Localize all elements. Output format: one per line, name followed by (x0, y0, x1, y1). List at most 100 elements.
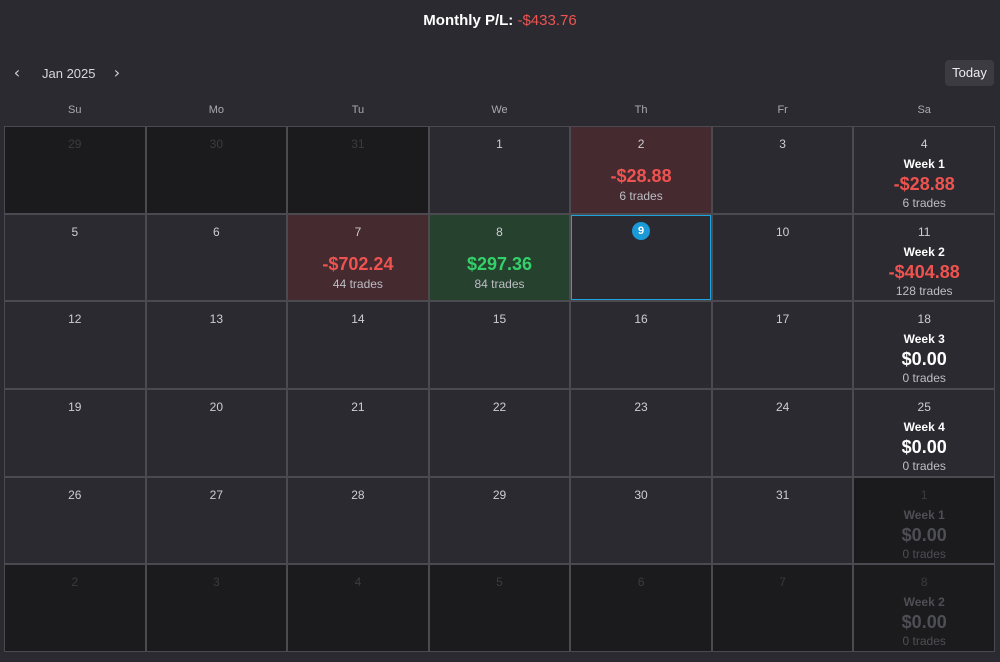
day-number: 6 (213, 224, 220, 239)
day-pnl: $297.36 (466, 253, 533, 274)
calendar-day[interactable]: 3 (146, 565, 287, 651)
calendar-day[interactable]: 6 (146, 214, 287, 301)
calendar-day[interactable]: 13 (146, 302, 287, 388)
week-summary-label: Week 2 (903, 244, 945, 259)
day-number: 28 (351, 487, 365, 502)
weekday-header-row: Su Mo Tu We Th Fr Sa (4, 104, 995, 118)
calendar-day[interactable]: 2 -$28.88 6 trades (571, 127, 711, 213)
calendar-day[interactable]: 7 -$702.24 44 trades (288, 214, 428, 301)
calendar-day[interactable]: 25 Week 4 $0.00 0 trades (854, 389, 994, 476)
calendar-day[interactable]: 18 Week 3 $0.00 0 trades (854, 302, 994, 388)
weekday-label: Th (634, 104, 648, 116)
calendar-day[interactable]: 8 Week 2 $0.00 0 trades (854, 565, 994, 651)
day-number: 4 (920, 137, 928, 151)
day-number: 2 (71, 575, 79, 590)
week-summary-trades: 128 trades (895, 283, 953, 298)
day-trade-count: 84 trades (474, 276, 525, 291)
day-number: 21 (351, 399, 365, 414)
week-summary-trades: 0 trades (902, 458, 946, 473)
calendar-day[interactable]: 26 (5, 477, 145, 564)
calendar-day[interactable]: 22 (429, 389, 570, 476)
week-summary-pnl: $0.00 (901, 349, 947, 370)
calendar-grid: 29 30 31 1 2 -$28.88 6 trades 3 4 Week 1 -$28.88 6 … (4, 126, 995, 652)
day-number: 26 (68, 487, 82, 502)
calendar-day[interactable]: 29 (5, 127, 145, 213)
week-summary-pnl: -$404.88 (888, 261, 960, 282)
calendar-day[interactable]: 29 (429, 477, 570, 564)
chevron-left-icon[interactable]: ‹ (6, 62, 28, 84)
weekday-label: Sa (917, 104, 931, 116)
day-trade-count: 44 trades (332, 276, 383, 291)
day-number: 30 (634, 487, 648, 502)
today-day-badge: 9 (632, 221, 651, 240)
calendar-day[interactable]: 6 (571, 565, 711, 651)
calendar-day[interactable]: 31 (288, 127, 428, 213)
calendar-day[interactable]: 15 (429, 302, 570, 388)
day-number: 30 (209, 137, 224, 151)
calendar-day[interactable]: 24 (712, 389, 853, 476)
weekday-label: Mo (208, 104, 224, 116)
day-number: 16 (634, 312, 648, 327)
weekday-label: Su (68, 104, 82, 116)
day-number: 23 (634, 399, 648, 414)
week-summary-label: Week 2 (903, 595, 945, 610)
day-pnl: -$702.24 (322, 253, 394, 274)
day-pnl: -$28.88 (610, 166, 672, 186)
day-number: 11 (917, 224, 931, 239)
calendar-day[interactable]: 1 (429, 127, 570, 213)
calendar-day[interactable]: 28 (288, 477, 428, 564)
calendar-day[interactable]: 4 Week 1 -$28.88 6 trades (854, 127, 994, 213)
calendar-day[interactable]: 23 (571, 389, 711, 476)
day-number: 14 (351, 312, 365, 327)
week-summary-label: Week 1 (903, 157, 945, 171)
calendar-day-today[interactable]: 9 (571, 214, 711, 301)
calendar-day[interactable]: 7 (712, 565, 853, 651)
calendar-day[interactable]: 30 (571, 477, 711, 564)
calendar-day[interactable]: 30 (146, 127, 287, 213)
week-summary-label: Week 1 (903, 507, 945, 522)
calendar-day[interactable]: 31 (712, 477, 853, 564)
day-number: 25 (917, 399, 931, 414)
day-number: 18 (917, 312, 931, 327)
calendar-day[interactable]: 12 (5, 302, 145, 388)
calendar-day[interactable]: 3 (712, 127, 853, 213)
chevron-right-icon[interactable]: › (106, 62, 128, 84)
calendar-day[interactable]: 4 (288, 565, 428, 651)
calendar-day[interactable]: 21 (288, 389, 428, 476)
week-summary-pnl: $0.00 (901, 612, 947, 633)
day-number: 2 (637, 137, 645, 151)
calendar-day[interactable]: 19 (5, 389, 145, 476)
day-number: 1 (920, 487, 928, 502)
calendar-day[interactable]: 17 (712, 302, 853, 388)
calendar-day[interactable]: 14 (288, 302, 428, 388)
calendar-day[interactable]: 5 (429, 565, 570, 651)
calendar-day[interactable]: 11 Week 2 -$404.88 128 trades (854, 214, 994, 301)
day-number: 1 (496, 137, 503, 151)
calendar-day[interactable]: 10 (712, 214, 853, 301)
day-number: 27 (209, 487, 224, 502)
calendar-day[interactable]: 16 (571, 302, 711, 388)
weekday-label: Tu (351, 104, 365, 116)
calendar-day[interactable]: 20 (146, 389, 287, 476)
day-number: 5 (71, 224, 79, 239)
day-number: 17 (775, 312, 790, 327)
day-number: 13 (209, 312, 224, 327)
day-number: 31 (775, 487, 790, 502)
weekday-label: We (491, 104, 508, 116)
day-number: 24 (775, 399, 790, 414)
calendar-day[interactable]: 1 Week 1 $0.00 0 trades (854, 477, 994, 564)
day-number: 5 (496, 575, 503, 590)
day-number: 3 (213, 575, 220, 590)
day-number: 3 (779, 137, 786, 151)
week-summary-label: Week 3 (903, 332, 945, 347)
today-button[interactable]: Today (945, 60, 994, 86)
day-number: 7 (354, 224, 362, 239)
calendar-day[interactable]: 2 (5, 565, 145, 651)
week-summary-trades: 0 trades (902, 634, 946, 649)
calendar-day[interactable]: 5 (5, 214, 145, 301)
current-month-label: Jan 2025 (42, 66, 96, 81)
calendar-day[interactable]: 8 $297.36 84 trades (429, 214, 570, 301)
calendar-day[interactable]: 27 (146, 477, 287, 564)
week-summary-trades: 0 trades (902, 546, 946, 561)
day-number: 4 (354, 575, 362, 590)
